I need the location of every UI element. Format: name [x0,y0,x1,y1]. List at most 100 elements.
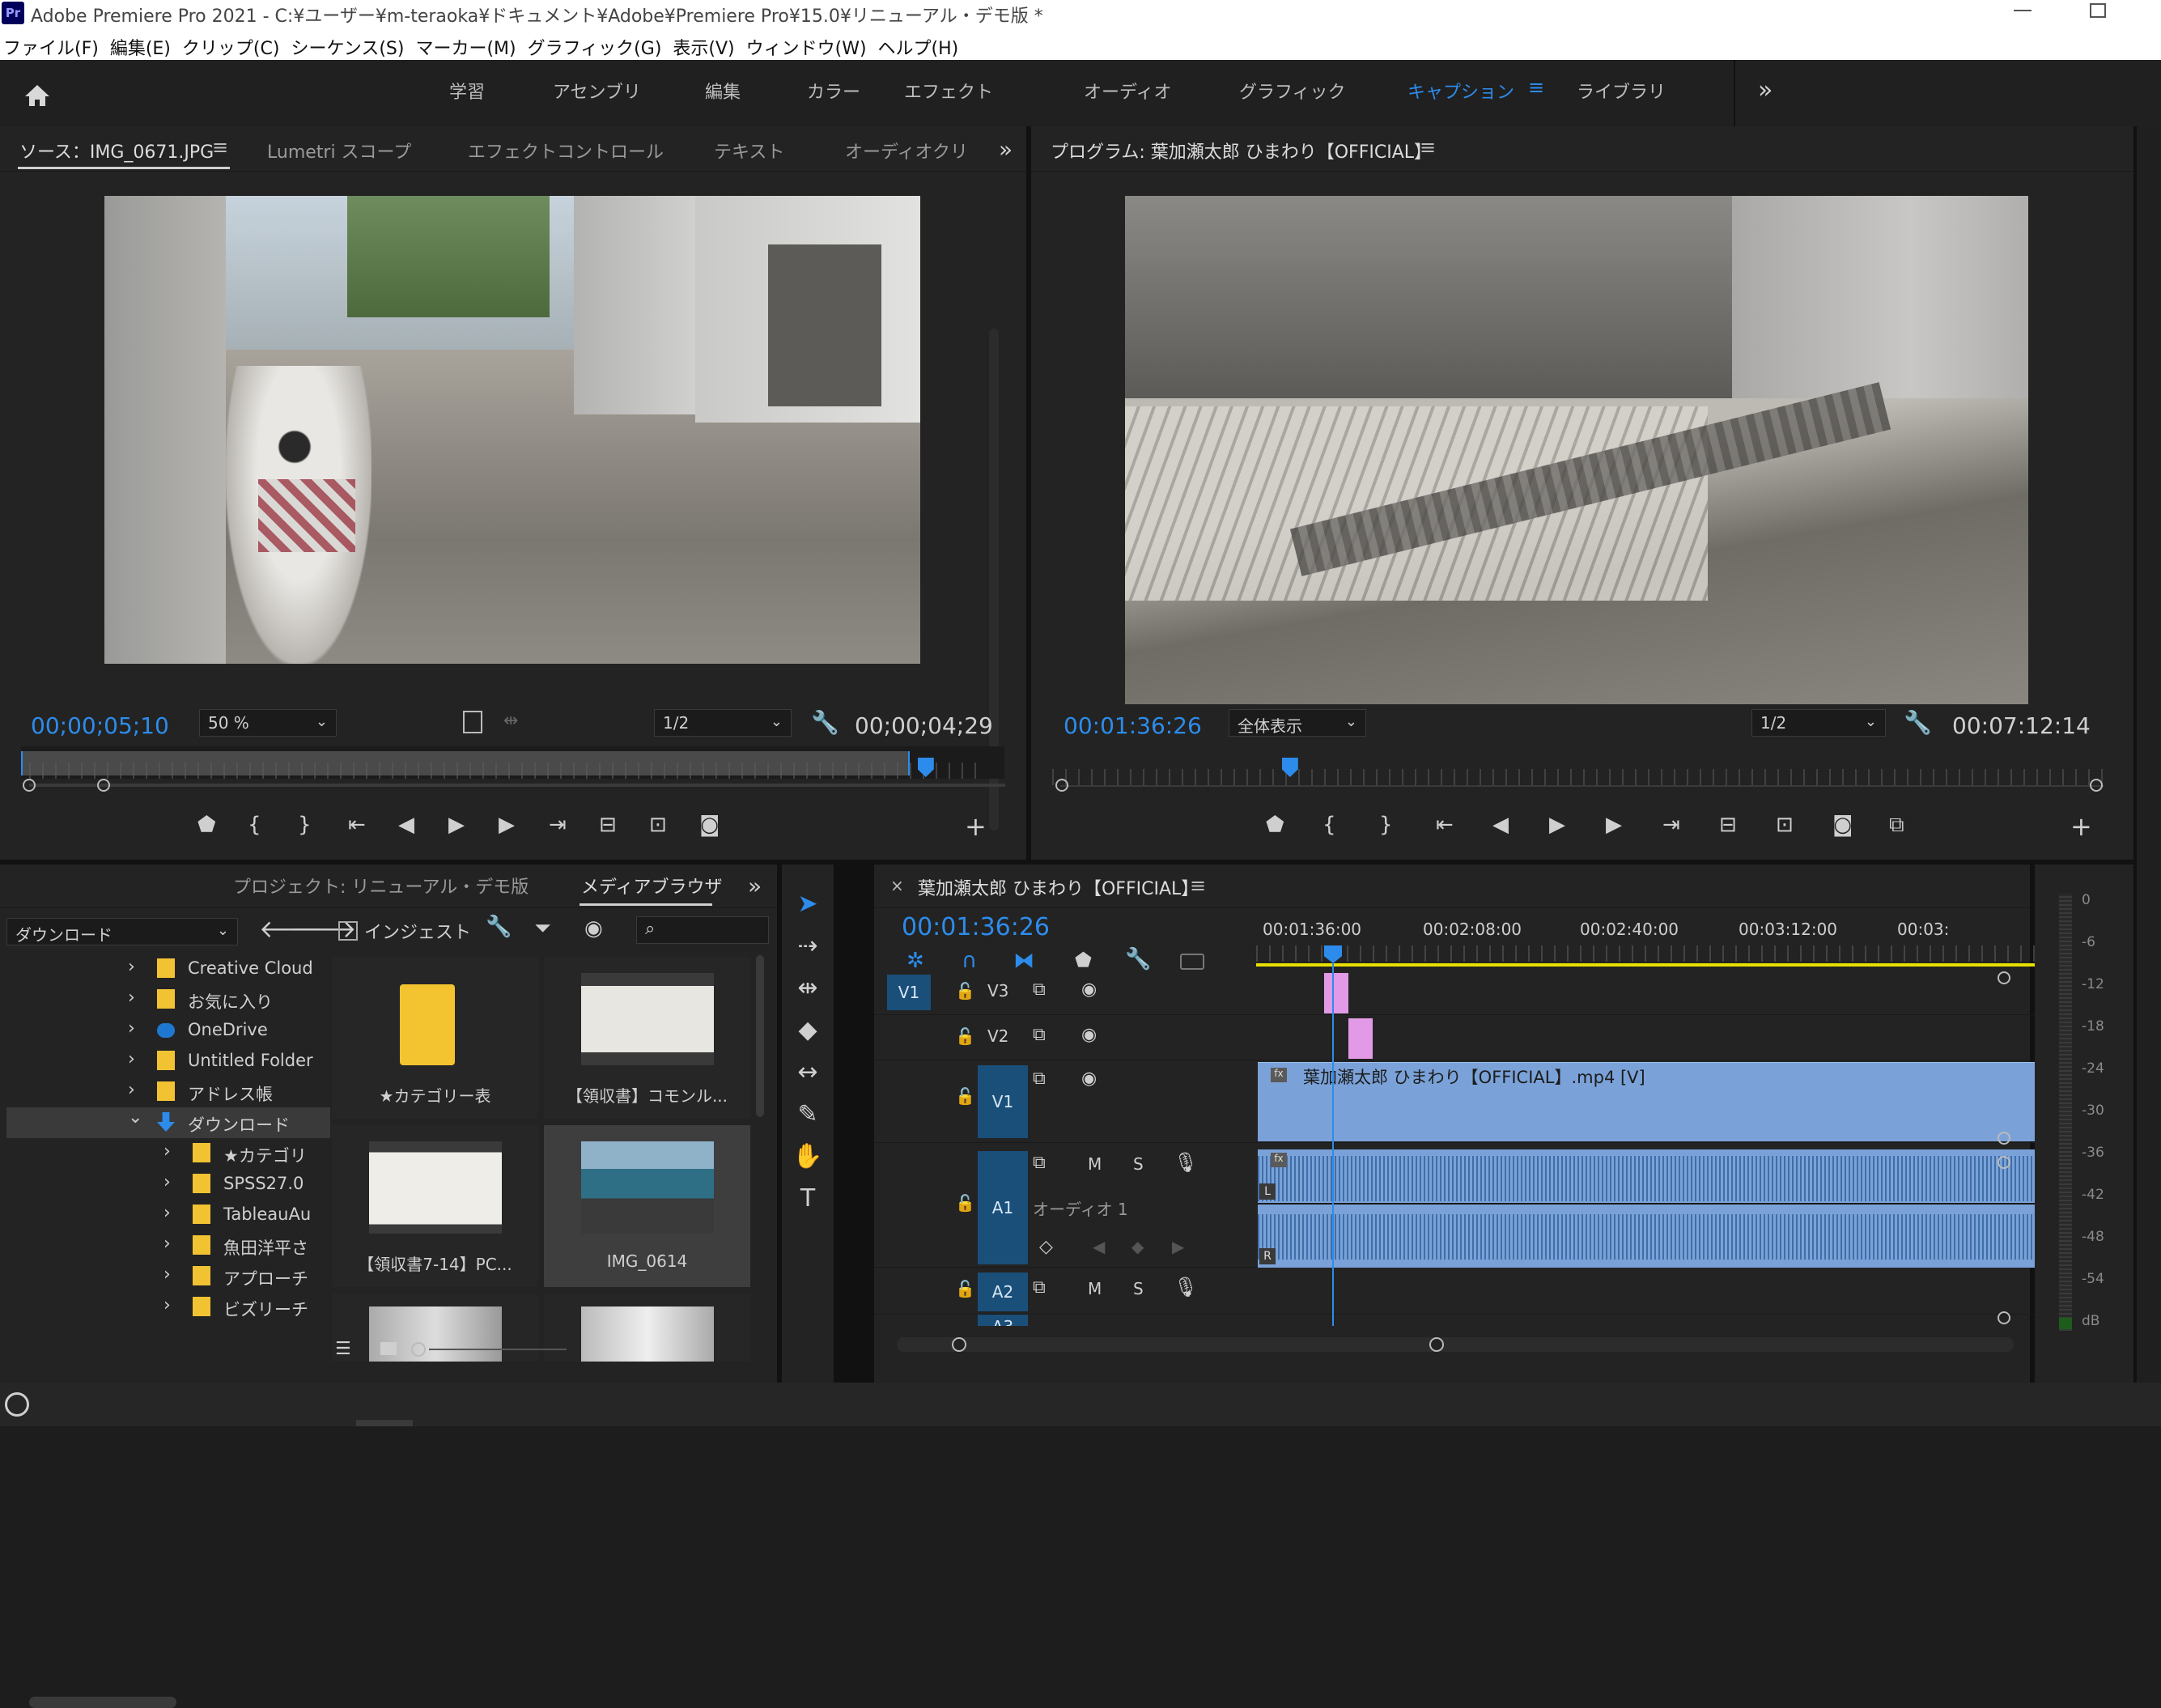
mark-out-icon[interactable]: } [1379,813,1393,837]
sync-lock-icon[interactable]: ⧉ [1033,1025,1046,1045]
media-browser-tab[interactable]: メディアブラウザ [581,873,722,899]
type-icon[interactable]: T [790,1180,826,1216]
step-back-icon[interactable]: ◀ [398,813,414,837]
tree-item[interactable]: › SPSS27.0 [6,1169,330,1200]
thumbnail-size-slider[interactable] [429,1349,567,1350]
track-height-handle[interactable] [1998,971,2010,984]
program-menu-icon[interactable]: ≡ [1420,136,1436,159]
source-zoom-handle-left[interactable] [23,779,36,792]
workspace-tab[interactable]: ライブラリ [1577,78,1666,104]
step-forward-icon[interactable]: ▶ [1606,813,1622,837]
lock-icon[interactable]: 🔓 [955,981,975,1001]
workspace-tab[interactable]: オーディオ [1084,78,1171,104]
program-zoom-select[interactable]: 全体表示 ⌄ [1229,709,1366,737]
marker-icon[interactable]: ⬟ [1075,949,1092,971]
chevron-right-icon[interactable]: › [163,1234,171,1254]
clip-pink-v3[interactable] [1324,973,1348,1013]
sequence-tab[interactable]: 葉加瀬太郎 ひまわり【OFFICIAL】 [918,874,1199,900]
source-timecode[interactable]: 00;00;05;10 [31,712,169,739]
workspace-tab[interactable]: エフェクト [904,78,993,104]
add-button-icon[interactable]: + [965,811,987,842]
track-height-handle[interactable] [1998,1311,2010,1324]
mark-in-icon[interactable]: { [1322,813,1336,837]
mute-button[interactable]: M [1088,1279,1102,1298]
source-resolution-select[interactable]: 1/2 ⌄ [654,709,792,737]
creative-cloud-icon[interactable] [5,1392,29,1417]
sync-lock-icon[interactable]: ⧉ [1033,1153,1046,1173]
chevron-right-icon[interactable]: › [128,957,135,977]
chevron-right-icon[interactable]: › [163,1141,171,1162]
timeline-zoom-scrollbar[interactable] [897,1337,2014,1352]
sequence-menu-icon[interactable]: ≡ [1190,874,1206,897]
source-zoom-select[interactable]: 50 % ⌄ [199,709,337,737]
thumb-partial-2[interactable] [544,1294,750,1362]
add-keyframe-icon[interactable]: ◆ [1131,1237,1144,1256]
thumb-partial-1[interactable] [332,1294,538,1362]
source-tab[interactable]: テキスト [714,138,784,164]
program-timecode[interactable]: 00:01:36:26 [1064,712,1202,739]
source-zoom-scrollbar[interactable] [29,784,1005,787]
workspace-tab[interactable]: グラフィック [1239,78,1346,104]
program-resolution-select[interactable]: 1/2 ⌄ [1751,709,1886,737]
go-to-in-icon[interactable]: ⇤ [348,813,366,837]
ingest-settings-icon[interactable]: 🔧 [486,915,512,939]
project-tabs-overflow-icon[interactable]: » [748,873,762,899]
timeline-settings-icon[interactable]: 🔧 [1125,947,1151,971]
chevron-right-icon[interactable]: › [128,988,135,1008]
workspace-tab[interactable]: カラー [807,78,860,104]
program-time-ruler[interactable] [1060,785,2104,787]
play-icon[interactable]: ▶ [1549,813,1565,837]
video-clip-v1[interactable]: fx 葉加瀬太郎 ひまわり【OFFICIAL】.mp4 [V] [1258,1062,2059,1141]
play-icon[interactable]: ▶ [448,813,465,837]
lift-icon[interactable]: ⊟ [1719,813,1737,837]
ingest-checkbox[interactable] [338,921,358,941]
location-select[interactable]: ダウンロード ⌄ [6,918,238,945]
lock-icon[interactable]: 🔓 [955,1193,975,1213]
wrench-icon[interactable]: 🔧 [1904,709,1932,736]
tree-item[interactable]: › OneDrive [6,1015,330,1046]
lock-icon[interactable]: 🔓 [955,1279,975,1298]
tree-item[interactable]: › アドレス帳 [6,1077,330,1107]
workspace-tab[interactable]: キャプション [1407,78,1514,104]
solo-button[interactable]: S [1133,1154,1144,1174]
menu-item[interactable]: シーケンス(S) [291,34,404,60]
mute-button[interactable]: M [1088,1154,1102,1174]
thumb-img-0614[interactable]: IMG_0614 [544,1125,750,1287]
audio-clip-a1[interactable]: L R fx [1258,1149,2059,1268]
filter-icon[interactable]: ⏷ [534,916,551,941]
sync-lock-icon[interactable]: ⧉ [1033,1069,1046,1089]
program-zoom-handle-left[interactable] [1055,779,1068,792]
settings-icon[interactable] [463,711,482,733]
source-tabs-overflow-icon[interactable]: » [999,136,1013,163]
close-icon[interactable]: × [890,876,904,895]
program-zoom-handle-right[interactable] [2090,779,2103,792]
timeline-zoom-handle-right[interactable] [1429,1337,1444,1352]
menu-item[interactable]: ファイル(F) [3,34,99,60]
thumbnail-size-handle[interactable] [411,1342,426,1357]
insert-icon[interactable]: ⊟ [599,813,617,837]
workspace-tab[interactable]: 編集 [705,78,741,104]
source-tab[interactable]: Lumetri スコープ [267,138,411,164]
add-button-icon[interactable]: + [2070,811,2092,842]
chevron-right-icon[interactable]: › [163,1203,171,1223]
thumb-receipt-1[interactable]: 【領収書】コモンル... [544,957,750,1119]
step-back-icon[interactable]: ◀ [1492,813,1509,837]
tree-item[interactable]: › ★カテゴリ [6,1138,330,1169]
timeline-zoom-handle-left[interactable] [952,1337,966,1352]
marker-icon[interactable]: ⬟ [197,813,216,837]
tree-item[interactable]: ⌄ ダウンロード [6,1107,330,1138]
thumb-receipt-2[interactable]: 【領収書7-14】PC... [332,1125,538,1287]
prev-keyframe-icon[interactable]: ◀ [1093,1237,1105,1256]
next-keyframe-icon[interactable]: ▶ [1172,1237,1184,1256]
extract-icon[interactable]: ⊡ [1776,813,1794,837]
list-view-icon[interactable]: ☰ [335,1339,351,1359]
source-patch-v1[interactable]: V1 [887,975,931,1010]
track-label[interactable]: A2 [978,1273,1028,1311]
solo-button[interactable]: S [1133,1279,1144,1298]
track-label[interactable]: A1 [978,1151,1028,1264]
track-height-handle[interactable] [1998,1132,2010,1145]
chevron-down-icon[interactable]: ⌄ [128,1107,142,1128]
chevron-right-icon[interactable]: › [128,1080,135,1100]
tree-item[interactable]: › TableauAu [6,1200,330,1230]
track-select-icon[interactable]: ⇢ [790,928,826,963]
